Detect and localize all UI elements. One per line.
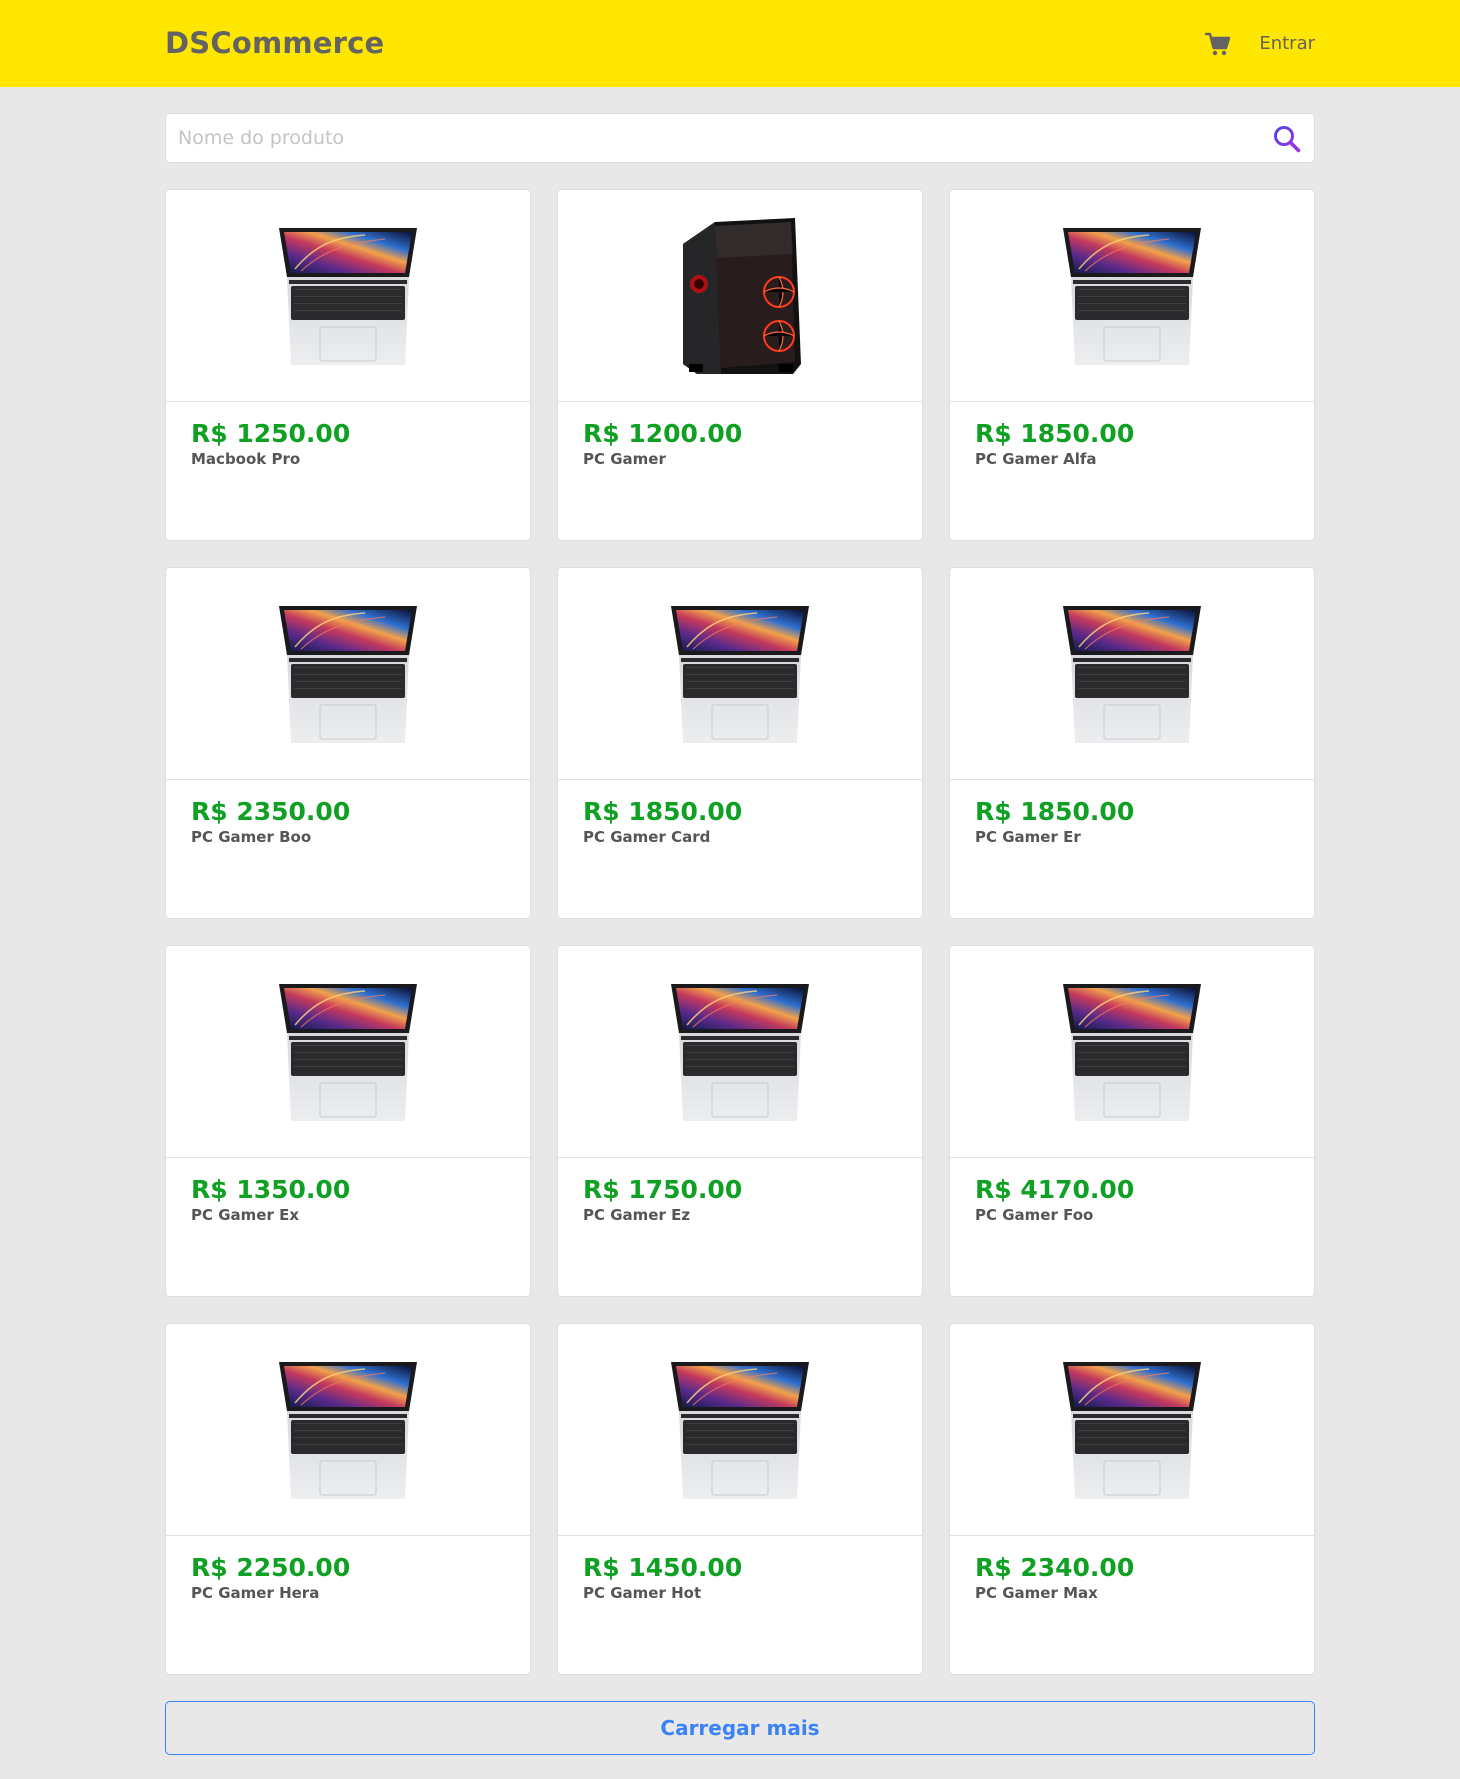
- header-inner: DSCommerce Entrar: [165, 0, 1315, 87]
- product-info: R$ 4170.00 PC Gamer Foo: [950, 1158, 1314, 1224]
- product-info: R$ 1200.00 PC Gamer: [558, 402, 922, 468]
- product-price: R$ 1350.00: [191, 1175, 351, 1204]
- top-header: DSCommerce Entrar: [0, 0, 1460, 87]
- product-info: R$ 1850.00 PC Gamer Er: [950, 780, 1314, 846]
- product-image: [166, 190, 530, 402]
- product-name: PC Gamer Foo: [975, 1206, 1094, 1224]
- laptop-image: [1063, 227, 1201, 365]
- laptop-image: [279, 227, 417, 365]
- product-card[interactable]: R$ 1850.00 PC Gamer Er: [949, 567, 1315, 919]
- product-info: R$ 2250.00 PC Gamer Hera: [166, 1536, 530, 1602]
- product-info: R$ 1250.00 Macbook Pro: [166, 402, 530, 468]
- product-image: [950, 190, 1314, 402]
- product-name: PC Gamer Hera: [191, 1584, 320, 1602]
- product-card[interactable]: R$ 4170.00 PC Gamer Foo: [949, 945, 1315, 1297]
- product-grid: R$ 1250.00 Macbook Pro R$ 1200.00 PC Gam…: [165, 189, 1315, 1675]
- laptop-image: [1063, 983, 1201, 1121]
- search-input[interactable]: [166, 114, 1314, 162]
- laptop-image: [279, 983, 417, 1121]
- product-name: PC Gamer Er: [975, 828, 1081, 846]
- load-more-button[interactable]: Carregar mais: [165, 1701, 1315, 1755]
- laptop-image: [671, 1361, 809, 1499]
- product-info: R$ 2340.00 PC Gamer Max: [950, 1536, 1314, 1602]
- product-image: [950, 1324, 1314, 1536]
- search-icon[interactable]: [1272, 124, 1302, 154]
- product-price: R$ 1250.00: [191, 419, 351, 448]
- product-image: [950, 946, 1314, 1158]
- product-info: R$ 1350.00 PC Gamer Ex: [166, 1158, 530, 1224]
- product-image: [558, 1324, 922, 1536]
- product-price: R$ 2340.00: [975, 1553, 1135, 1582]
- product-card[interactable]: R$ 2250.00 PC Gamer Hera: [165, 1323, 531, 1675]
- product-card[interactable]: R$ 1250.00 Macbook Pro: [165, 189, 531, 541]
- product-name: PC Gamer Boo: [191, 828, 312, 846]
- product-image: [558, 946, 922, 1158]
- product-name: PC Gamer Hot: [583, 1584, 702, 1602]
- product-image: [950, 568, 1314, 780]
- product-image: [558, 568, 922, 780]
- laptop-image: [1063, 605, 1201, 743]
- product-card[interactable]: R$ 1200.00 PC Gamer: [557, 189, 923, 541]
- product-info: R$ 1850.00 PC Gamer Card: [558, 780, 922, 846]
- laptop-image: [279, 1361, 417, 1499]
- product-card[interactable]: R$ 1850.00 PC Gamer Card: [557, 567, 923, 919]
- product-name: PC Gamer Max: [975, 1584, 1098, 1602]
- product-name: PC Gamer Card: [583, 828, 711, 846]
- product-card[interactable]: R$ 1350.00 PC Gamer Ex: [165, 945, 531, 1297]
- product-image: [166, 568, 530, 780]
- product-image: [166, 1324, 530, 1536]
- product-info: R$ 1450.00 PC Gamer Hot: [558, 1536, 922, 1602]
- product-card[interactable]: R$ 1750.00 PC Gamer Ez: [557, 945, 923, 1297]
- product-name: PC Gamer Ez: [583, 1206, 691, 1224]
- product-price: R$ 1850.00: [975, 419, 1135, 448]
- product-info: R$ 1850.00 PC Gamer Alfa: [950, 402, 1314, 468]
- product-card[interactable]: R$ 2340.00 PC Gamer Max: [949, 1323, 1315, 1675]
- product-price: R$ 2350.00: [191, 797, 351, 826]
- cart-icon[interactable]: [1205, 31, 1231, 57]
- search-bar: [165, 113, 1315, 163]
- main-content: R$ 1250.00 Macbook Pro R$ 1200.00 PC Gam…: [165, 113, 1315, 1755]
- product-image: [166, 946, 530, 1158]
- laptop-image: [279, 605, 417, 743]
- product-price: R$ 1200.00: [583, 419, 743, 448]
- product-card[interactable]: R$ 2350.00 PC Gamer Boo: [165, 567, 531, 919]
- login-link[interactable]: Entrar: [1259, 33, 1315, 54]
- laptop-image: [671, 605, 809, 743]
- product-info: R$ 1750.00 PC Gamer Ez: [558, 1158, 922, 1224]
- product-price: R$ 2250.00: [191, 1553, 351, 1582]
- product-price: R$ 1450.00: [583, 1553, 743, 1582]
- product-price: R$ 4170.00: [975, 1175, 1135, 1204]
- pc-tower-image: [683, 217, 801, 374]
- product-name: PC Gamer: [583, 450, 666, 468]
- product-name: PC Gamer Ex: [191, 1206, 300, 1224]
- product-card[interactable]: R$ 1850.00 PC Gamer Alfa: [949, 189, 1315, 541]
- laptop-image: [1063, 1361, 1201, 1499]
- product-name: PC Gamer Alfa: [975, 450, 1097, 468]
- product-price: R$ 1750.00: [583, 1175, 743, 1204]
- laptop-image: [671, 983, 809, 1121]
- logo[interactable]: DSCommerce: [165, 26, 384, 60]
- product-name: Macbook Pro: [191, 450, 301, 468]
- product-info: R$ 2350.00 PC Gamer Boo: [166, 780, 530, 846]
- product-card[interactable]: R$ 1450.00 PC Gamer Hot: [557, 1323, 923, 1675]
- product-price: R$ 1850.00: [975, 797, 1135, 826]
- header-actions: Entrar: [1205, 31, 1315, 57]
- product-price: R$ 1850.00: [583, 797, 743, 826]
- product-image: [558, 190, 922, 402]
